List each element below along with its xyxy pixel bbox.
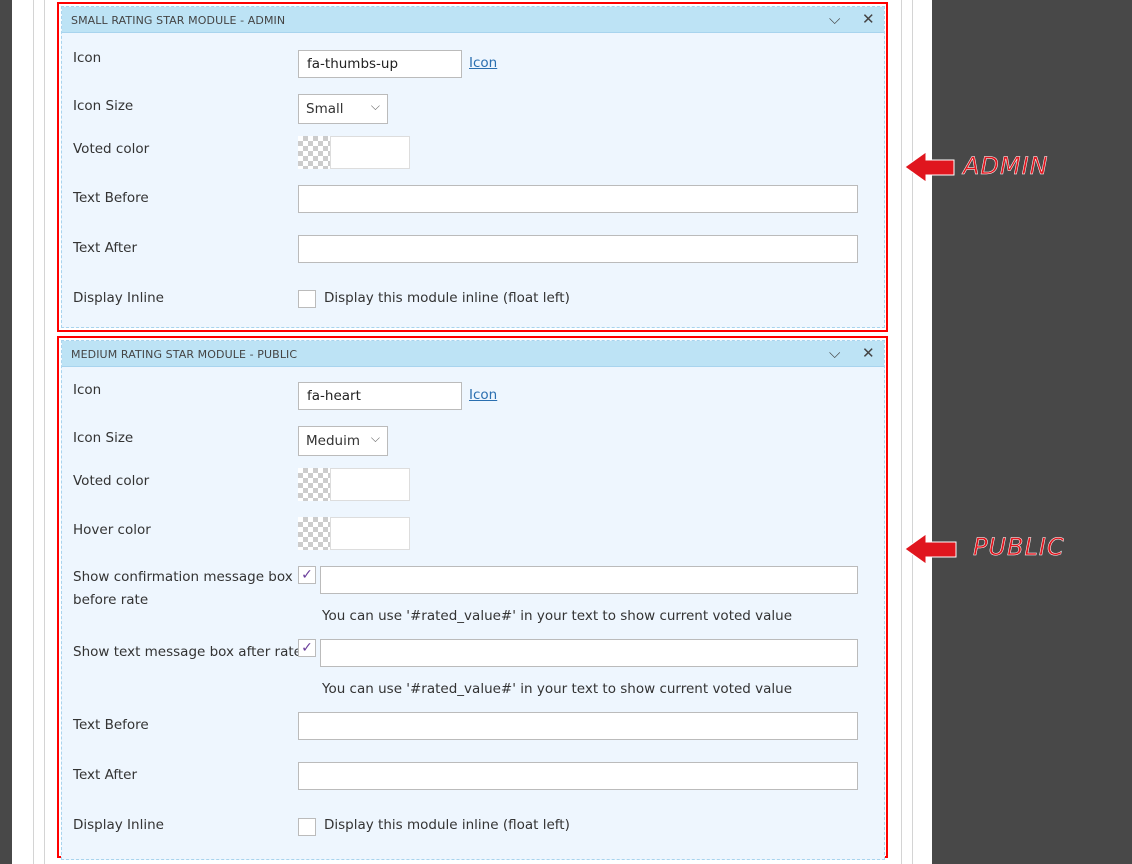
confirm-checkbox[interactable]: ✓ [298,566,316,584]
close-icon[interactable]: ✕ [862,10,875,28]
text-before-input[interactable] [298,712,858,740]
display-inline-checkbox[interactable] [298,818,316,836]
after-rate-label: Show text message box after rate [73,644,302,660]
hover-color-swatch[interactable] [298,517,331,550]
icon-size-select[interactable]: Meduim ⌵ [298,426,388,456]
icon-size-label: Icon Size [73,98,134,114]
confirm-hint: You can use '#rated_value#' in your text… [322,608,793,624]
public-annotation: PUBLIC [973,533,1065,562]
text-after-label: Text After [73,767,138,783]
arrow-left-icon [904,151,955,183]
text-after-input[interactable] [298,235,858,263]
chevron-down-icon: ⌵ [370,99,380,113]
hover-color-label: Hover color [73,522,151,538]
close-icon[interactable]: ✕ [862,344,875,362]
icon-picker-link[interactable]: Icon [469,387,497,403]
display-inline-checkbox[interactable] [298,290,316,308]
panel-title: MEDIUM RATING STAR MODULE - PUBLIC [71,348,298,361]
icon-label: Icon [73,382,102,398]
icon-label: Icon [73,50,102,66]
display-inline-checkbox-label: Display this module inline (float left) [324,817,570,833]
panel-header: SMALL RATING STAR MODULE - ADMIN ⌵ ✕ [62,7,884,33]
divider [901,0,902,864]
voted-color-swatch[interactable] [298,136,331,169]
divider [912,0,913,864]
icon-size-label: Icon Size [73,430,134,446]
confirm-label: Show confirmation message box [73,569,293,585]
display-inline-label: Display Inline [73,290,164,306]
display-inline-checkbox-label: Display this module inline (float left) [324,290,570,306]
text-after-input[interactable] [298,762,858,790]
voted-color-input[interactable] [330,468,410,501]
icon-size-select[interactable]: Small ⌵ [298,94,388,124]
text-before-label: Text Before [73,190,149,206]
text-before-label: Text Before [73,717,149,733]
icon-input[interactable] [298,50,462,78]
hover-color-input[interactable] [330,517,410,550]
chevron-down-icon[interactable]: ⌵ [829,10,840,28]
confirm-label-line2: before rate [73,592,149,608]
chevron-down-icon: ⌵ [370,431,380,445]
voted-color-swatch[interactable] [298,468,331,501]
voted-color-input[interactable] [330,136,410,169]
text-before-input[interactable] [298,185,858,213]
voted-color-label: Voted color [73,473,150,489]
voted-color-label: Voted color [73,141,150,157]
after-rate-checkbox[interactable]: ✓ [298,639,316,657]
after-rate-hint: You can use '#rated_value#' in your text… [322,681,793,697]
panel-title: SMALL RATING STAR MODULE - ADMIN [71,14,286,27]
divider [33,0,34,864]
divider [44,0,45,864]
arrow-left-icon [904,533,957,565]
icon-size-value: Small [306,101,344,117]
after-rate-message-input[interactable] [320,639,858,667]
icon-picker-link[interactable]: Icon [469,55,497,71]
confirm-message-input[interactable] [320,566,858,594]
panel-header: MEDIUM RATING STAR MODULE - PUBLIC ⌵ ✕ [62,341,884,367]
display-inline-label: Display Inline [73,817,164,833]
icon-size-value: Meduim [306,433,360,449]
text-after-label: Text After [73,240,138,256]
chevron-down-icon[interactable]: ⌵ [829,344,840,362]
icon-input[interactable] [298,382,462,410]
check-icon: ✓ [301,640,313,656]
admin-annotation: ADMIN [963,152,1049,181]
check-icon: ✓ [301,567,313,583]
